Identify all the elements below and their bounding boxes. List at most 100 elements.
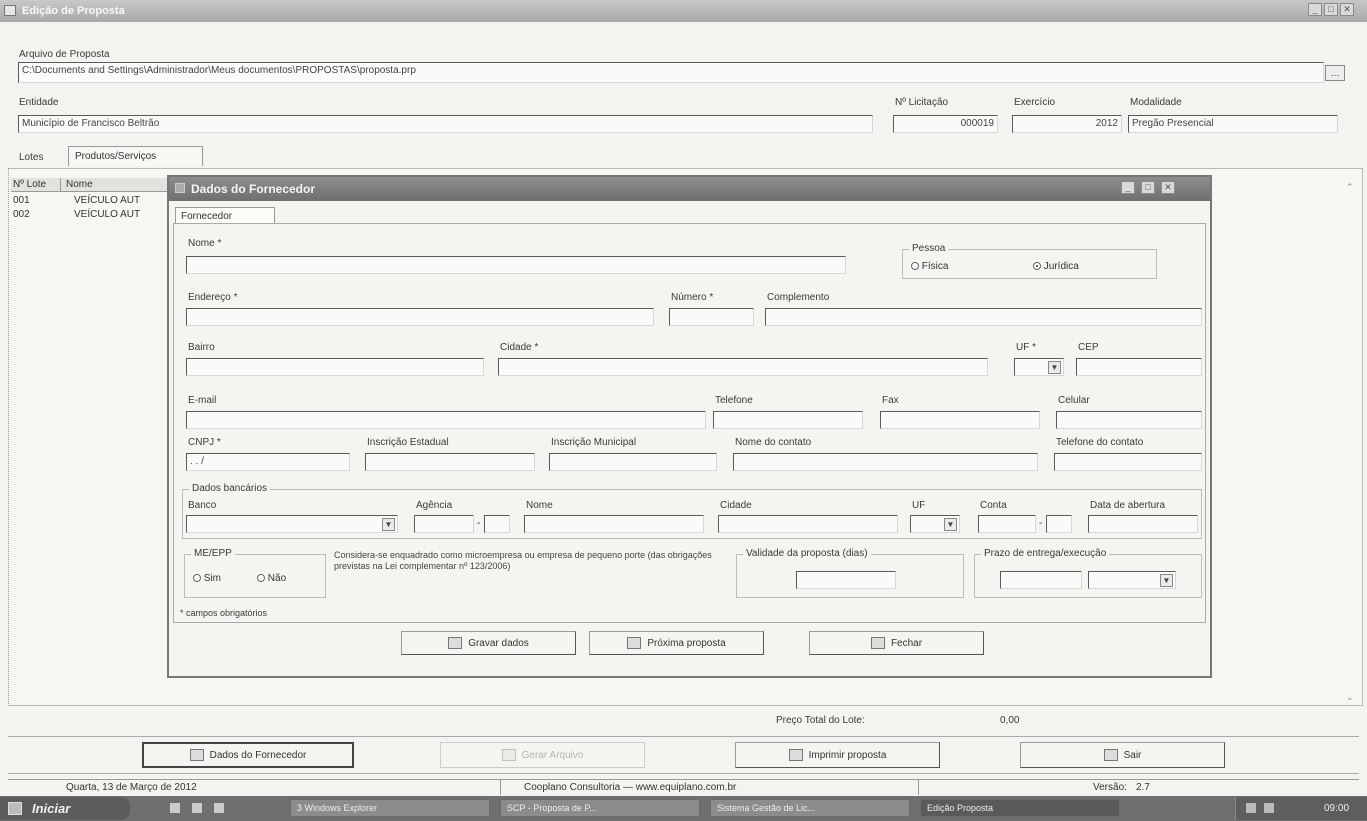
numero-input[interactable] [669, 308, 754, 326]
arquivo-field[interactable]: C:\Documents and Settings\Administrador\… [18, 62, 1324, 83]
uf-label: UF * [1016, 342, 1036, 353]
radio-juridica[interactable]: Jurídica [1033, 261, 1079, 272]
exercicio-value: 2012 [1095, 118, 1118, 129]
taskbar-item[interactable]: Sistema Gestão de Lic... [710, 799, 910, 817]
main-window-title: Edição de Proposta [22, 5, 125, 17]
data-abertura-input[interactable] [1088, 515, 1198, 533]
tab-fornecedor[interactable]: Fornecedor [175, 207, 275, 224]
nome-label: Nome * [188, 238, 222, 249]
status-version-value: 2.7 [1136, 782, 1150, 793]
quick-launch-icon[interactable] [214, 803, 224, 813]
prazo-input[interactable] [1000, 571, 1082, 589]
taskbar-item-active[interactable]: Edição Proposta [920, 799, 1120, 817]
tab-produtos-servicos[interactable]: Produtos/Serviços [68, 146, 203, 166]
celular-input[interactable] [1056, 411, 1202, 429]
row-num: 002 [13, 209, 30, 220]
radio-fisica[interactable]: Física [911, 261, 948, 272]
dialog-maximize-button[interactable]: □ [1141, 181, 1155, 194]
cnpj-label: CNPJ * [188, 437, 221, 448]
start-button[interactable]: Iniciar [0, 797, 130, 820]
tab-produtos-label: Produtos/Serviços [75, 151, 157, 162]
cidade-input[interactable] [498, 358, 988, 376]
conta-input[interactable] [978, 515, 1036, 533]
nome-banco-label: Nome [526, 500, 553, 511]
complemento-label: Complemento [767, 292, 830, 303]
table-row[interactable]: 002 VEÍCULO AUT [11, 208, 181, 222]
banco-dropdown-arrow-icon[interactable]: ▼ [382, 518, 395, 531]
proxima-proposta-button[interactable]: Próxima proposta [589, 631, 764, 655]
agencia-dv-input[interactable] [484, 515, 510, 533]
endereco-input[interactable] [186, 308, 654, 326]
prazo-unit-select[interactable]: ▼ [1088, 571, 1176, 589]
uf-banco-dropdown-arrow-icon[interactable]: ▼ [944, 518, 957, 531]
cep-input[interactable] [1076, 358, 1202, 376]
row-name: VEÍCULO AUT [74, 209, 141, 220]
total-label: Preço Total do Lote: [776, 715, 865, 726]
uf-dropdown-arrow-icon[interactable]: ▼ [1048, 361, 1061, 374]
telefone-input[interactable] [713, 411, 863, 429]
inscricao-estadual-input[interactable] [365, 453, 535, 471]
cidade-banco-input[interactable] [718, 515, 898, 533]
validade-input[interactable] [796, 571, 896, 589]
tray-volume-icon[interactable] [1264, 803, 1274, 813]
bairro-input[interactable] [186, 358, 484, 376]
tab-fornecedor-label: Fornecedor [181, 211, 233, 222]
taskbar-item[interactable]: 3 Windows Explorer [290, 799, 490, 817]
tray-network-icon[interactable] [1246, 803, 1256, 813]
fax-input[interactable] [880, 411, 1040, 429]
arquivo-browse-button[interactable]: … [1325, 65, 1345, 81]
complemento-input[interactable] [765, 308, 1202, 326]
dialog-title-bar: Dados do Fornecedor _ □ ✕ [169, 177, 1210, 201]
quick-launch-icon[interactable] [170, 803, 180, 813]
imprimir-proposta-button[interactable]: Imprimir proposta [735, 742, 940, 768]
arrow-right-icon [627, 637, 642, 649]
row-num: 001 [13, 195, 30, 206]
quick-launch-icon[interactable] [192, 803, 202, 813]
banco-select[interactable]: ▼ [186, 515, 398, 533]
email-input[interactable] [186, 411, 706, 429]
sair-button[interactable]: Sair [1020, 742, 1225, 768]
inscricao-municipal-input[interactable] [549, 453, 717, 471]
gravar-dados-button[interactable]: Gravar dados [401, 631, 576, 655]
fechar-label: Fechar [890, 637, 923, 649]
telefone-contato-input[interactable] [1054, 453, 1202, 471]
modalidade-label: Modalidade [1130, 97, 1182, 108]
radio-me-sim-dot [193, 574, 201, 583]
radio-me-sim[interactable]: Sim [193, 573, 221, 584]
proxima-proposta-label: Próxima proposta [647, 637, 726, 649]
maximize-button[interactable]: □ [1324, 3, 1338, 16]
cnpj-input[interactable]: . . / [186, 453, 350, 471]
table-row[interactable]: 001 VEÍCULO AUT [11, 194, 181, 208]
agencia-label: Agência [416, 500, 453, 511]
gerar-arquivo-button[interactable]: Gerar Arquivo [440, 742, 645, 768]
agencia-input[interactable] [414, 515, 474, 533]
nome-input[interactable] [186, 256, 846, 274]
windows-logo-icon [8, 802, 22, 815]
uf-select[interactable]: ▼ [1014, 358, 1064, 376]
bairro-label: Bairro [188, 342, 215, 353]
licitacao-field[interactable]: 000019 [893, 115, 998, 133]
dialog-minimize-button[interactable]: _ [1121, 181, 1135, 194]
exercicio-field[interactable]: 2012 [1012, 115, 1122, 133]
scroll-down-arrow-icon[interactable]: ⌄ [1346, 692, 1354, 703]
prazo-dropdown-arrow-icon[interactable]: ▼ [1160, 574, 1173, 587]
dados-fornecedor-button[interactable]: Dados do Fornecedor [142, 742, 354, 768]
contato-input[interactable] [733, 453, 1038, 471]
modalidade-value: Pregão Presencial [1132, 118, 1214, 129]
scroll-up-arrow-icon[interactable]: ⌃ [1346, 182, 1354, 193]
header-divider [60, 178, 61, 192]
modalidade-field[interactable]: Pregão Presencial [1128, 115, 1338, 133]
printer-icon [788, 749, 803, 761]
entidade-field[interactable]: Município de Francisco Beltrão [18, 115, 873, 133]
radio-me-nao[interactable]: Não [257, 573, 286, 584]
prazo-label: Prazo de entrega/execução [981, 548, 1110, 559]
close-button[interactable]: ✕ [1340, 3, 1354, 16]
dialog-close-button[interactable]: ✕ [1161, 181, 1175, 194]
tab-lotes[interactable]: Lotes [19, 152, 43, 163]
conta-dv-input[interactable] [1046, 515, 1072, 533]
fechar-button[interactable]: Fechar [809, 631, 984, 655]
uf-banco-select[interactable]: ▼ [910, 515, 960, 533]
taskbar-item[interactable]: SCP - Proposta de P... [500, 799, 700, 817]
nome-banco-input[interactable] [524, 515, 704, 533]
minimize-button[interactable]: _ [1308, 3, 1322, 16]
